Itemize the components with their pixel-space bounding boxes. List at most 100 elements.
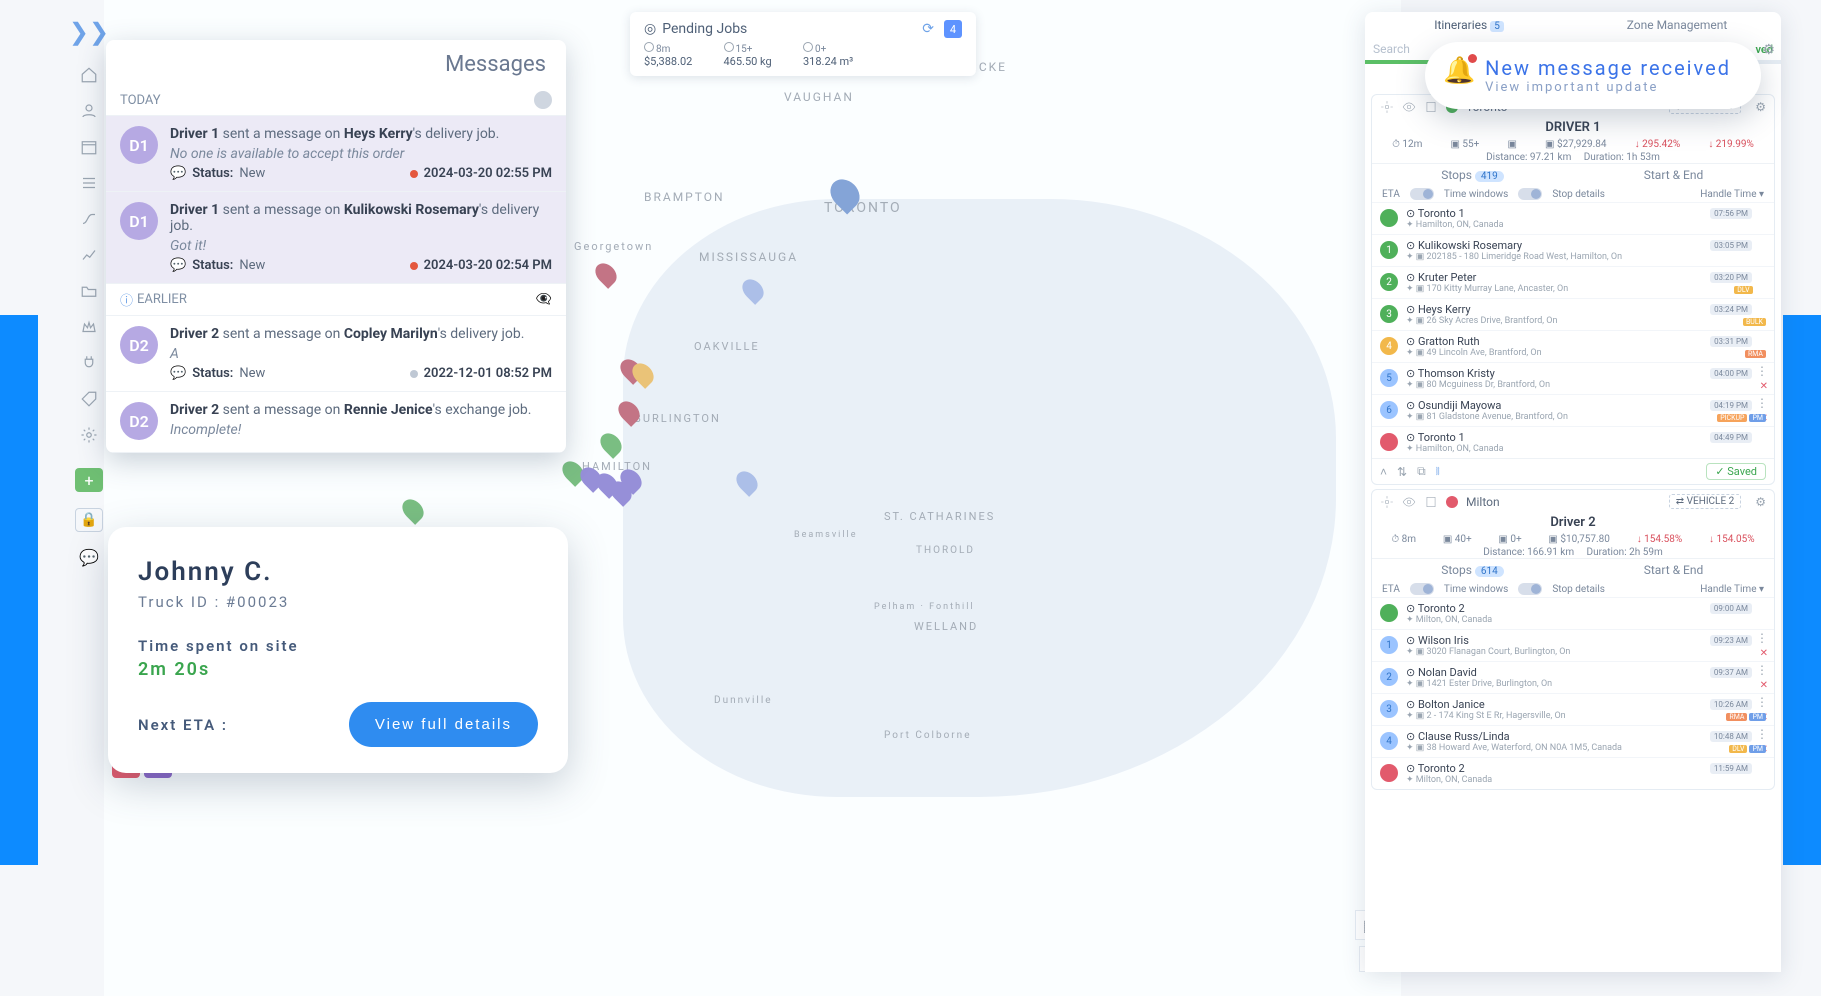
copy-icon[interactable]: ⧉ — [1417, 464, 1426, 479]
pending-jobs-panel[interactable]: ◎Pending Jobs ⟳ 4 8m$5,388.02 15+465.50 … — [630, 12, 976, 76]
folder-icon[interactable] — [76, 278, 102, 304]
tab-itineraries[interactable]: Itineraries5 — [1365, 12, 1573, 38]
message-quote: Incomplete! — [170, 422, 552, 438]
stop-row[interactable]: 4 ⊙ Gratton Ruth ✦ ▣ 49 Lincoln Ave, Bra… — [1372, 330, 1774, 362]
message-item[interactable]: D2 Driver 2 sent a message on Rennie Jen… — [106, 392, 566, 453]
toggle-eta[interactable] — [1410, 583, 1434, 595]
eye-icon[interactable] — [1402, 100, 1416, 114]
stop-more-icon[interactable]: ⋮ — [1756, 730, 1768, 738]
subtab-stops[interactable]: Stops419 — [1372, 164, 1573, 186]
settings-icon[interactable] — [76, 422, 102, 448]
panel-tabs: Itineraries5 Zone Management — [1365, 12, 1781, 38]
tag-icon[interactable] — [76, 386, 102, 412]
subtab-stops[interactable]: Stops614 — [1372, 559, 1573, 581]
vehicle-gear-icon[interactable]: ⚙ — [1755, 495, 1766, 509]
note-icon[interactable] — [1424, 100, 1438, 114]
vehicle-plate[interactable]: ⇄ VEHICLE 2 — [1669, 494, 1741, 509]
map-pin[interactable] — [832, 178, 858, 210]
stop-row[interactable]: 2 ⊙ Kruter Peter ✦ ▣ 170 Kitty Murray La… — [1372, 266, 1774, 298]
map-pin[interactable] — [620, 400, 638, 424]
stop-row[interactable]: 1 ⊙ Wilson Iris ✦ ▣ 3020 Flanagan Court,… — [1372, 629, 1774, 661]
map-pin[interactable] — [744, 278, 762, 302]
filter-handle-time[interactable]: Handle Time ▾ — [1700, 189, 1764, 200]
stop-more-icon[interactable]: ⋮ — [1756, 367, 1768, 375]
calendar-icon[interactable] — [76, 134, 102, 160]
list-icon[interactable] — [76, 170, 102, 196]
tab-zone-management[interactable]: Zone Management — [1573, 12, 1781, 38]
map-pin[interactable] — [602, 432, 620, 456]
stop-remove-icon[interactable]: ✕ — [1760, 648, 1768, 659]
map-pin[interactable] — [634, 362, 652, 386]
stop-remove-icon[interactable]: ✕ — [1760, 381, 1768, 392]
eye-off-icon[interactable]: 👁‍🗨 — [536, 292, 552, 307]
stop-row[interactable]: 1 ⊙ Kulikowski Rosemary ✦ ▣ 202185 - 180… — [1372, 234, 1774, 266]
stop-row[interactable]: ⊙ Toronto 2 ✦ Milton, ON, Canada 09:00 A… — [1372, 597, 1774, 629]
route-icon[interactable] — [76, 206, 102, 232]
toggle-time-windows[interactable] — [1518, 583, 1542, 595]
stop-eta: 03:31 PM — [1710, 336, 1752, 347]
stop-sequence: 2 — [1380, 668, 1398, 686]
search-input[interactable]: Search — [1373, 42, 1410, 56]
vehicle-gear-icon[interactable]: ⚙ — [1755, 100, 1766, 114]
stop-eta: 09:00 AM — [1710, 603, 1752, 614]
crown-icon[interactable] — [76, 314, 102, 340]
stop-address: ✦ Milton, ON, Canada — [1406, 775, 1766, 785]
users-icon[interactable] — [76, 98, 102, 124]
message-item[interactable]: D1 Driver 1 sent a message on Kulikowski… — [106, 192, 566, 284]
crosshair-icon[interactable] — [1380, 100, 1394, 114]
stop-more-icon[interactable]: ⋮ — [1756, 634, 1768, 642]
shuffle-icon[interactable]: ⧚ — [1436, 464, 1440, 479]
stop-eta: 04:49 PM — [1710, 432, 1752, 443]
eye-icon[interactable] — [1402, 495, 1416, 509]
next-eta-label: Next ETA : — [138, 716, 228, 734]
message-item[interactable]: D1 Driver 1 sent a message on Heys Kerry… — [106, 116, 566, 192]
map-pin[interactable] — [404, 498, 422, 522]
note-icon[interactable] — [1424, 495, 1438, 509]
chart-icon[interactable] — [76, 242, 102, 268]
map-pin[interactable] — [622, 468, 640, 492]
stop-row[interactable]: ⊙ Toronto 1 ✦ Hamilton, ON, Canada 04:49… — [1372, 426, 1774, 458]
chat-icon[interactable]: 💬 — [79, 548, 99, 567]
sort-icon[interactable]: ⇅ — [1397, 465, 1407, 479]
notification-toast[interactable]: 🔔 New message received View important up… — [1425, 42, 1761, 109]
stop-row[interactable]: 3 ⊙ Heys Kerry ✦ ▣ 26 Sky Acres Drive, B… — [1372, 298, 1774, 330]
stop-row[interactable]: 2 ⊙ Nolan David ✦ ▣ 1421 Ester Drive, Bu… — [1372, 661, 1774, 693]
stop-eta: 10:48 AM — [1710, 731, 1752, 742]
stop-eta: 09:37 AM — [1710, 667, 1752, 678]
add-button[interactable]: + — [75, 468, 103, 492]
stop-row[interactable]: 3 ⊙ Bolton Janice ✦ ▣ 2 - 174 King St E … — [1372, 693, 1774, 725]
stop-more-icon[interactable]: ⋮ — [1756, 399, 1768, 407]
chevron-up-icon[interactable]: ˄ — [1380, 465, 1387, 479]
vehicle-saved: ✓ Saved — [1706, 463, 1766, 480]
filter-stop-details: Stop details — [1552, 584, 1605, 595]
toggle-time-windows[interactable] — [1518, 188, 1542, 200]
home-icon[interactable] — [76, 62, 102, 88]
subtab-start-end[interactable]: Start & End — [1573, 559, 1774, 581]
lock-button[interactable]: 🔒 — [75, 508, 103, 532]
panel-settings-icon[interactable]: ⚙ — [1762, 42, 1775, 58]
message-item[interactable]: D2 Driver 2 sent a message on Copley Mar… — [106, 316, 566, 392]
stop-row[interactable]: 6 ⊙ Osundiji Mayowa ✦ ▣ 81 Gladstone Ave… — [1372, 394, 1774, 426]
subtab-start-end[interactable]: Start & End — [1573, 164, 1774, 186]
stop-row[interactable]: ⊙ Toronto 1 ✦ Hamilton, ON, Canada 07:56… — [1372, 202, 1774, 234]
stop-more-icon[interactable]: ⋮ — [1756, 698, 1768, 706]
stop-tags: BULK — [1743, 318, 1766, 326]
check-icon[interactable] — [534, 91, 552, 109]
stop-address: ✦ ▣ 38 Howard Ave, Waterford, ON N0A 1M5… — [1406, 743, 1766, 753]
plug-icon[interactable] — [76, 350, 102, 376]
stop-sequence: 4 — [1380, 732, 1398, 750]
stop-row[interactable]: 4 ⊙ Clause Russ/Linda ✦ ▣ 38 Howard Ave,… — [1372, 725, 1774, 757]
filter-handle-time[interactable]: Handle Time ▾ — [1700, 584, 1764, 595]
toggle-eta[interactable] — [1410, 188, 1434, 200]
map-pin[interactable] — [738, 470, 756, 494]
stop-more-icon[interactable]: ⋮ — [1756, 666, 1768, 674]
message-time: 2024-03-20 02:55 PM — [424, 166, 552, 181]
crosshair-icon[interactable] — [1380, 495, 1394, 509]
stop-remove-icon[interactable]: ✕ — [1760, 680, 1768, 691]
map-pin[interactable] — [597, 262, 615, 286]
refresh-icon[interactable]: ⟳ — [922, 21, 934, 37]
filter-eta: ETA — [1382, 189, 1400, 200]
view-full-details-button[interactable]: View full details — [349, 702, 538, 747]
stop-row[interactable]: ⊙ Toronto 2 ✦ Milton, ON, Canada 11:59 A… — [1372, 757, 1774, 789]
stop-row[interactable]: 5 ⊙ Thomson Kristy ✦ ▣ 80 Mcguiness Dr, … — [1372, 362, 1774, 394]
